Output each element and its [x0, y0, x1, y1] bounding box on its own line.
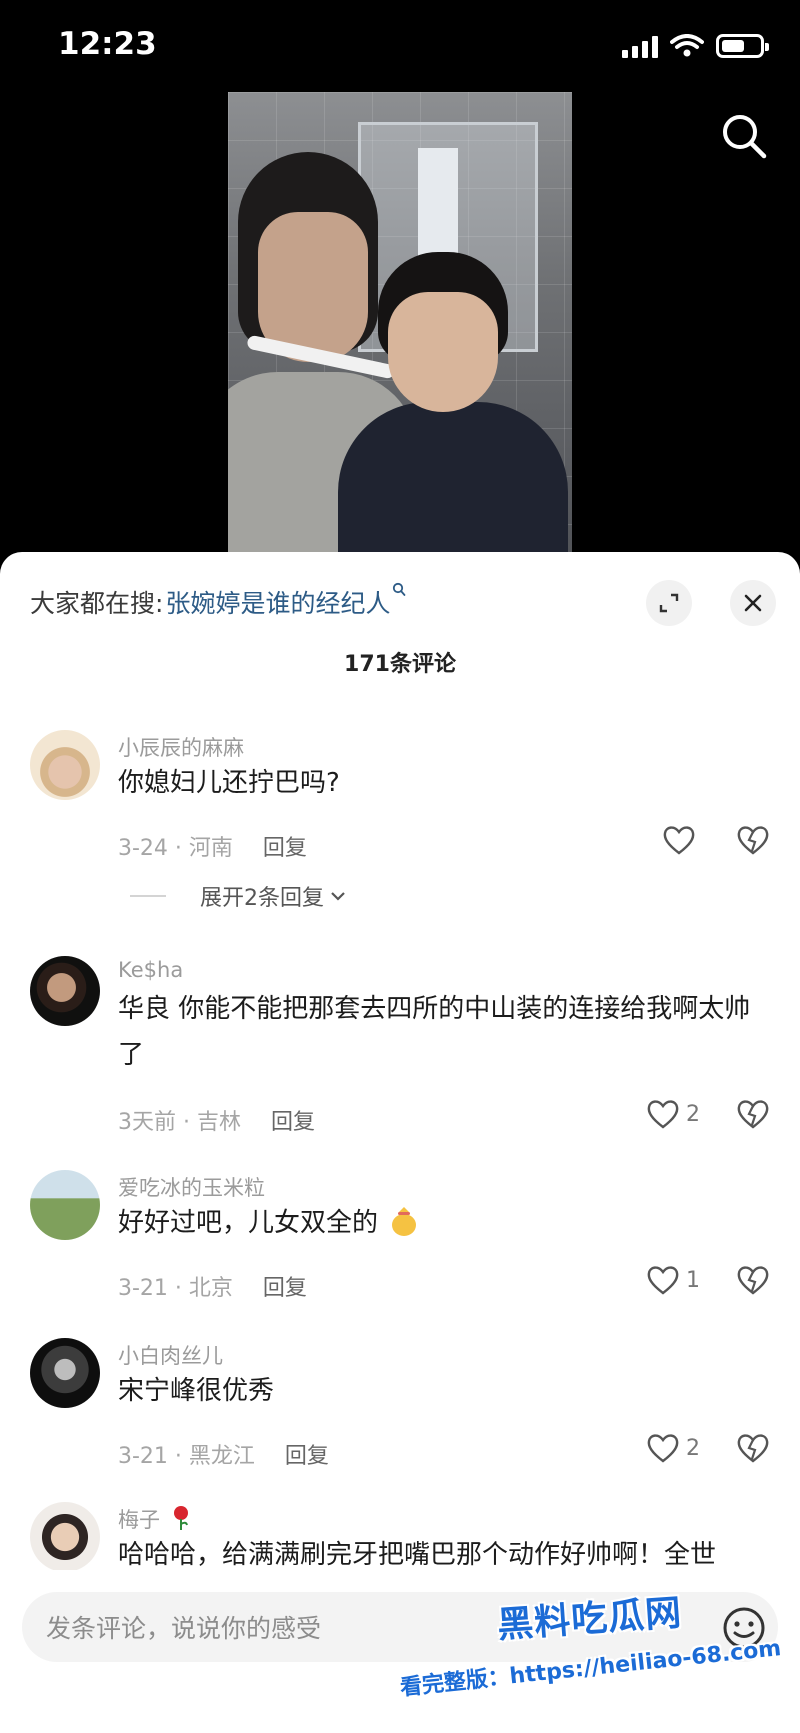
emoji-icon[interactable] — [722, 1606, 766, 1650]
broken-heart-icon[interactable] — [736, 1264, 770, 1296]
expand-icon — [659, 593, 679, 613]
search-icon — [393, 582, 406, 596]
comment-meta: 3天前 · 吉林 回复 — [118, 1104, 315, 1136]
battery-level — [722, 40, 744, 52]
comment-sheet: 大家都在搜: 张婉婷是谁的经纪人 171条评论 小辰辰的麻麻 你媳妇儿还拧巴吗?… — [0, 552, 800, 1733]
like-button[interactable]: 1 — [646, 1264, 700, 1296]
battery-icon — [716, 34, 769, 58]
avatar[interactable] — [30, 956, 100, 1026]
close-button[interactable] — [730, 580, 776, 626]
comment-text-content: 好好过吧，儿女双全的 — [118, 1208, 379, 1238]
wifi-icon — [670, 34, 704, 57]
comment-date-location: 3-21 · 北京 — [118, 1276, 233, 1301]
comment-username-text: 梅子 — [118, 1508, 160, 1532]
comment-text: 宋宁峰很优秀 — [118, 1376, 275, 1406]
child-figure — [338, 252, 568, 562]
close-icon — [744, 594, 762, 612]
status-time: 12:23 — [58, 26, 157, 62]
rose-icon — [173, 1506, 188, 1530]
reply-button[interactable]: 回复 — [285, 1438, 329, 1470]
comment-date-location: 3-21 · 黑龙江 — [118, 1444, 255, 1469]
status-icons — [622, 34, 769, 58]
comment-username[interactable]: 梅子 — [118, 1504, 191, 1534]
expand-replies-label: 展开2条回复 — [200, 886, 324, 911]
reply-button[interactable]: 回复 — [271, 1104, 315, 1136]
chevron-down-icon — [331, 892, 345, 901]
like-button[interactable]: 2 — [646, 1432, 700, 1464]
avatar[interactable] — [30, 730, 100, 800]
comment-text: 华良 你能不能把那套去四所的中山装的连接给我啊太帅了 — [118, 994, 751, 1070]
comment-date-location: 3-24 · 河南 — [118, 836, 233, 861]
hot-search-prefix: 大家都在搜: — [30, 589, 164, 618]
hot-search: 大家都在搜: 张婉婷是谁的经纪人 — [30, 582, 406, 620]
reply-button[interactable]: 回复 — [263, 1270, 307, 1302]
hot-search-query: 张婉婷是谁的经纪人 — [165, 589, 391, 618]
comment-meta: 3-21 · 北京 回复 — [118, 1270, 307, 1302]
comment-date-location: 3天前 · 吉林 — [118, 1110, 241, 1135]
signal-icon — [622, 36, 658, 58]
like-count: 1 — [686, 1267, 700, 1293]
heart-icon — [663, 826, 695, 855]
comment-count: 171条评论 — [344, 652, 456, 677]
comment-username[interactable]: 爱吃冰的玉米粒 — [118, 1172, 265, 1202]
bottom-input-bar: 发条评论，说说你的感受 — [0, 1570, 800, 1733]
reply-button[interactable]: 回复 — [263, 830, 307, 862]
comment-meta: 3-21 · 黑龙江 回复 — [118, 1438, 329, 1470]
video-preview[interactable] — [228, 92, 572, 562]
comment-input[interactable]: 发条评论，说说你的感受 — [22, 1592, 778, 1662]
comment-text: 好好过吧，儿女双全的 — [118, 1200, 760, 1246]
avatar[interactable] — [30, 1338, 100, 1408]
broken-heart-icon[interactable] — [736, 1098, 770, 1130]
status-bar: 12:23 — [0, 0, 800, 96]
expand-button[interactable] — [646, 580, 692, 626]
heart-icon — [647, 1434, 679, 1463]
money-bag-icon — [392, 1207, 417, 1236]
comment-username[interactable]: Ke$ha — [118, 958, 183, 982]
comment-username[interactable]: 小白肉丝儿 — [118, 1340, 223, 1370]
avatar[interactable] — [30, 1170, 100, 1240]
search-icon[interactable] — [718, 110, 770, 162]
heart-icon — [647, 1100, 679, 1129]
comment-text: 你媳妇儿还拧巴吗? — [118, 768, 340, 798]
screen: 12:23 大家都在搜: 张婉婷是谁的经纪人 171条评论 小辰辰的麻麻 你媳妇… — [0, 0, 800, 1733]
comment-input-placeholder: 发条评论，说说你的感受 — [46, 1614, 322, 1643]
like-count: 2 — [686, 1435, 700, 1461]
comment-meta: 3-24 · 河南 回复 — [118, 830, 307, 862]
broken-heart-icon[interactable] — [736, 1432, 770, 1464]
like-button[interactable] — [662, 824, 702, 856]
like-count: 2 — [686, 1101, 700, 1127]
comment-username[interactable]: 小辰辰的麻麻 — [118, 732, 244, 762]
hot-search-link[interactable]: 张婉婷是谁的经纪人 — [165, 582, 406, 620]
broken-heart-icon[interactable] — [736, 824, 770, 856]
expand-replies-button[interactable]: 展开2条回复 — [130, 880, 346, 912]
heart-icon — [647, 1266, 679, 1295]
like-button[interactable]: 2 — [646, 1098, 700, 1130]
avatar[interactable] — [30, 1502, 100, 1572]
